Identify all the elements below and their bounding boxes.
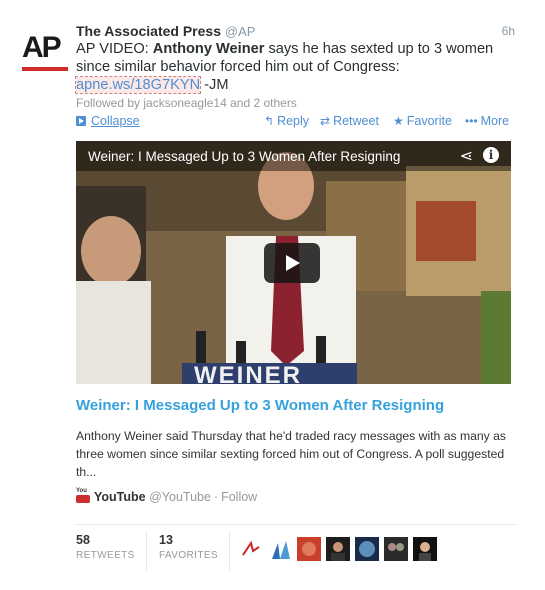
tweet-text: AP VIDEO: Anthony Weiner says he has sex… [74, 40, 516, 94]
divider-top [76, 524, 516, 525]
author-handle[interactable]: @AP [225, 24, 256, 39]
retweets-stat[interactable]: 58 RETWEETS [76, 533, 135, 561]
collapse-label: Collapse [91, 114, 140, 128]
more-label: More [480, 114, 510, 128]
avatar-user-5[interactable] [355, 537, 379, 561]
tweet-text-bold: Anthony Weiner [152, 41, 265, 57]
ap-logo-bar [22, 67, 68, 71]
play-icon[interactable] [264, 243, 320, 283]
collapse-button[interactable]: Collapse [76, 114, 140, 128]
reply-label: Reply [277, 114, 310, 128]
share-icon[interactable]: ⋖ [460, 146, 473, 166]
youtube-icon: You [76, 488, 90, 504]
retweet-label: Retweet [333, 114, 379, 128]
card-description: Anthony Weiner said Thursday that he'd t… [76, 429, 507, 479]
avatar-user-2[interactable] [268, 537, 292, 561]
video-player[interactable]: WEINER Weiner: I Messaged Up to 3 Women … [76, 141, 511, 384]
card-title[interactable]: Weiner: I Messaged Up to 3 Women After R… [76, 397, 444, 414]
retweets-count: 58 [76, 533, 90, 547]
followed-by: Followed by jacksoneagle14 and 2 others [76, 96, 297, 110]
avatar-user-4[interactable] [326, 537, 350, 561]
tweet-header: The Associated Press @AP [76, 22, 255, 41]
reply-icon: ↰ [264, 114, 275, 128]
avatar[interactable]: AP [22, 33, 69, 75]
source-separator: · [213, 490, 219, 504]
favorite-label: Favorite [406, 114, 452, 128]
reply-button[interactable]: ↰ Reply [264, 114, 309, 128]
ap-logo: AP [22, 31, 62, 64]
collapse-icon [76, 116, 86, 126]
stats-divider-2 [229, 531, 230, 571]
avatar-user-6[interactable] [384, 537, 408, 561]
source-handle[interactable]: @YouTube [149, 490, 211, 504]
tweet-timestamp[interactable]: 6h [502, 24, 515, 38]
tweet-text-prefix: AP VIDEO: [76, 41, 153, 57]
follow-button[interactable]: Follow [221, 490, 257, 504]
video-title[interactable]: Weiner: I Messaged Up to 3 Women After R… [88, 149, 400, 164]
avatar-user-1[interactable] [239, 537, 263, 561]
info-icon[interactable]: i [483, 147, 499, 163]
avatar-user-3[interactable] [297, 537, 321, 561]
favorite-button[interactable]: ★ Favorite [393, 114, 452, 128]
favorites-label: FAVORITES [159, 550, 218, 561]
star-icon: ★ [393, 114, 404, 128]
favorites-count: 13 [159, 533, 173, 547]
favorites-stat[interactable]: 13 FAVORITES [159, 533, 218, 561]
author-name[interactable]: The Associated Press [76, 23, 221, 39]
tweet-actions: Collapse ↰ Reply ⇄ Retweet ★ Favorite ••• Mo… [76, 114, 516, 130]
avatar-user-7[interactable] [413, 537, 437, 561]
source-name[interactable]: YouTube [94, 490, 146, 504]
podium-sign-text: WEINER [194, 362, 302, 384]
retweet-button[interactable]: ⇄ Retweet [320, 114, 379, 128]
tweet: AP The Associated Press @AP 6h AP VIDEO:… [0, 0, 545, 590]
more-icon: ••• [465, 114, 478, 128]
tweet-text-suffix: -JM [200, 77, 229, 93]
retweet-icon: ⇄ [320, 114, 331, 128]
retweets-label: RETWEETS [76, 550, 135, 561]
stats-divider [146, 531, 147, 571]
tweet-link[interactable]: apne.ws/18G7KYN [74, 76, 202, 94]
more-button[interactable]: ••• More [465, 114, 509, 128]
card-source: You YouTube @YouTube · Follow [76, 488, 257, 508]
